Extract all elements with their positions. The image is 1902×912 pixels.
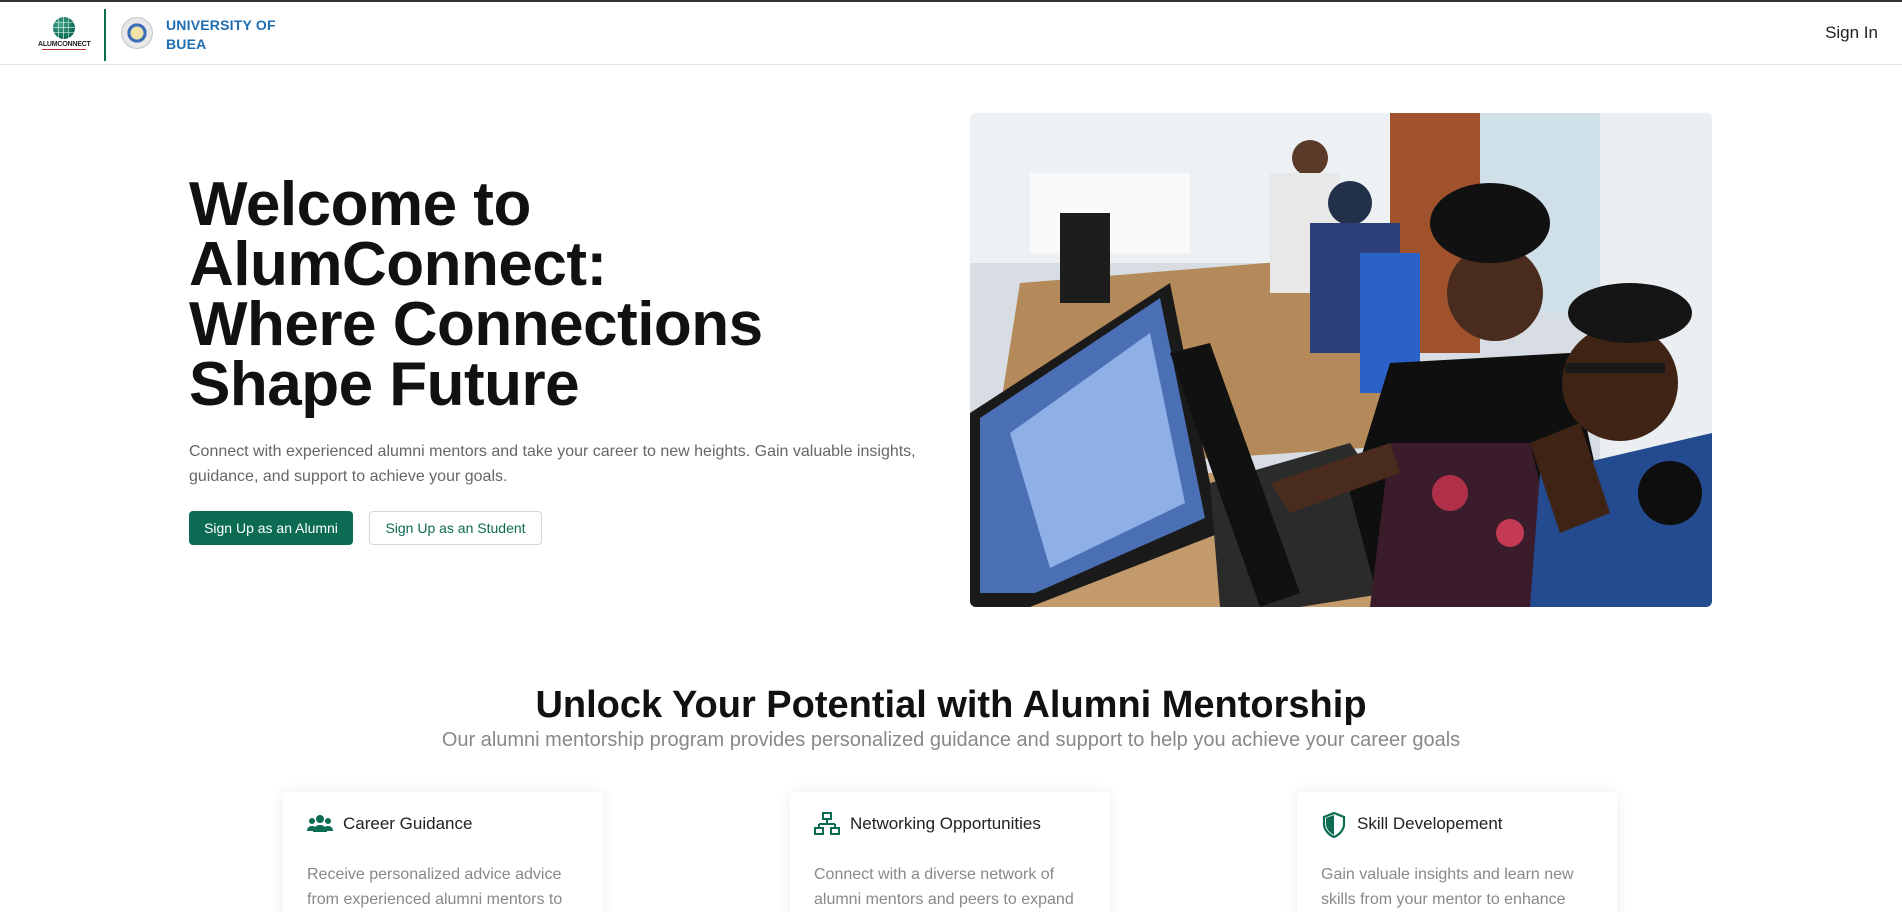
hero-photo bbox=[970, 113, 1712, 607]
hero-title: Welcome to AlumConnect: Where Connection… bbox=[189, 170, 809, 419]
logo-divider bbox=[104, 9, 106, 61]
university-name: UNIVERSITY OF BUEA bbox=[166, 17, 276, 52]
logo-underline bbox=[42, 49, 86, 50]
hero-description: Connect with experienced alumni mentors … bbox=[189, 443, 916, 485]
top-navbar: ALUMCONNECT UNIVERSITY OF BUEA Sign In bbox=[0, 0, 1902, 65]
card-title: Networking Opportunities bbox=[850, 814, 1041, 833]
card-title: Skill Developement bbox=[1357, 814, 1503, 833]
section-subtitle: Our alumni mentorship program provides p… bbox=[441, 729, 1461, 751]
feature-card-networking: Networking Opportunities Connect with a … bbox=[790, 792, 1110, 912]
hero-title-line: Shape Future bbox=[189, 350, 580, 419]
shield-icon bbox=[1321, 811, 1347, 839]
logo-wordmark: ALUMCONNECT bbox=[38, 41, 91, 48]
signup-student-button[interactable]: Sign Up as an Student bbox=[369, 511, 542, 545]
signup-alumni-button[interactable]: Sign Up as an Alumni bbox=[189, 511, 353, 545]
feature-card-career-guidance: Career Guidance Receive personalized adv… bbox=[283, 792, 603, 912]
card-text: Gain valuale insights and learn new skil… bbox=[1321, 866, 1574, 908]
card-text: Connect with a diverse network of alumni… bbox=[814, 866, 1074, 908]
users-icon bbox=[307, 812, 333, 836]
globe-icon bbox=[53, 17, 75, 39]
hero-title-line: AlumConnect: bbox=[189, 230, 607, 299]
card-text: Receive personalized advice advice from … bbox=[307, 866, 563, 908]
section-title: Unlock Your Potential with Alumni Mentor… bbox=[535, 684, 1367, 726]
network-icon bbox=[814, 812, 840, 836]
hero-title-line: Where Connections bbox=[189, 290, 763, 359]
card-title: Career Guidance bbox=[343, 814, 473, 833]
hero-title-line: Welcome to bbox=[189, 170, 531, 239]
alumconnect-logo[interactable]: ALUMCONNECT bbox=[38, 17, 91, 51]
feature-card-skill-development: Skill Developement Gain valuale insights… bbox=[1297, 792, 1617, 912]
sign-in-link[interactable]: Sign In bbox=[1825, 23, 1878, 43]
university-seal-icon bbox=[121, 17, 153, 49]
